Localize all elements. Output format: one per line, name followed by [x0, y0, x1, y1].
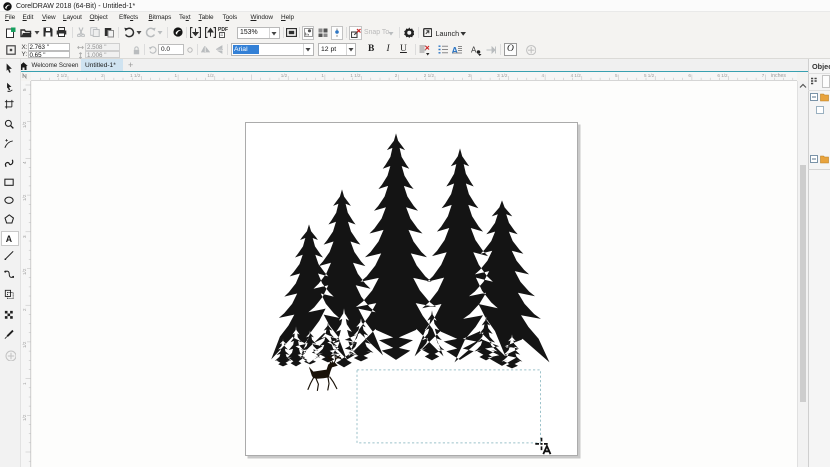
svg-text:A: A: [5, 234, 12, 244]
